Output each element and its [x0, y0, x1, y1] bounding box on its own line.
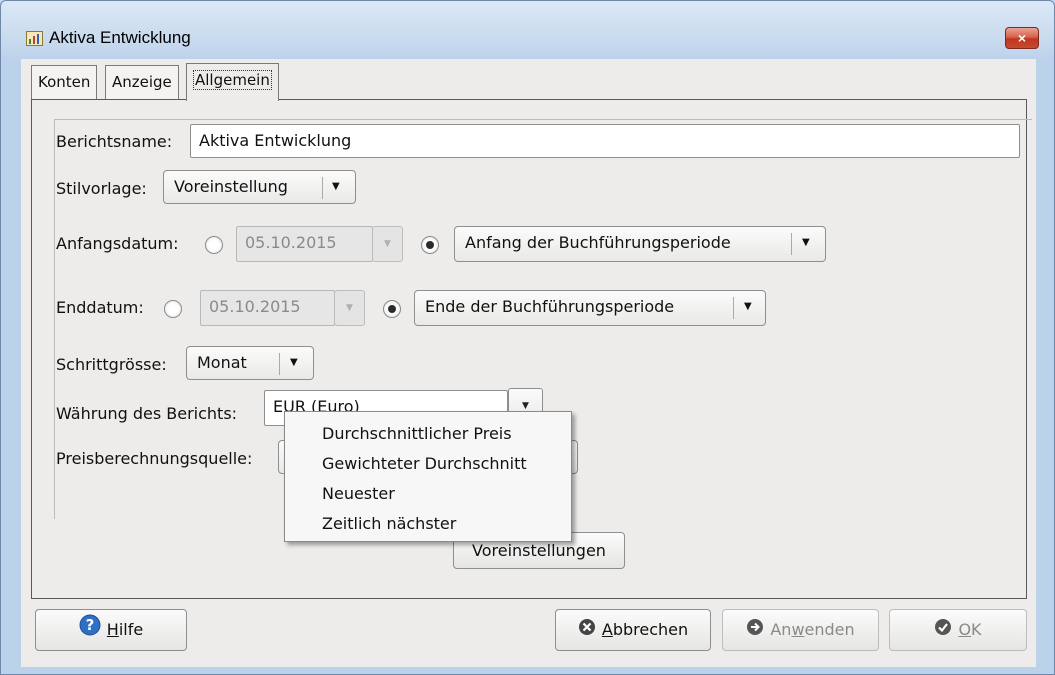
end-relative-combo[interactable]: Ende der Buchführungsperiode ▼ — [414, 290, 766, 326]
chevron-down-icon: ▼ — [290, 357, 298, 368]
chevron-down-icon: ▼ — [384, 239, 391, 249]
chevron-down-icon: ▼ — [522, 401, 529, 411]
cancel-button[interactable]: Abbrechen — [555, 609, 711, 651]
cancel-icon — [578, 611, 596, 651]
title-bar: Aktiva Entwicklung × — [1, 1, 1054, 49]
tab-allgemein[interactable]: Allgemein — [186, 63, 279, 101]
tab-konten[interactable]: Konten — [31, 65, 98, 99]
window-title: Aktiva Entwicklung — [49, 28, 191, 47]
report-name-input[interactable]: Aktiva Entwicklung — [190, 124, 1020, 158]
report-currency-label: Währung des Berichts: — [56, 404, 238, 423]
report-name-label: Berichtsname: — [56, 132, 173, 151]
chevron-down-icon: ▼ — [744, 301, 752, 312]
svg-text:?: ? — [85, 616, 94, 634]
start-absolute-radio[interactable] — [205, 236, 223, 254]
end-date-input[interactable]: 05.10.2015 — [200, 290, 335, 326]
help-button[interactable]: ? Hilfe — [35, 609, 187, 651]
question-icon: ? — [79, 611, 101, 651]
menu-item[interactable]: Durchschnittlicher Preis — [322, 424, 512, 443]
apply-button[interactable]: Anwenden — [722, 609, 879, 651]
report-icon — [26, 31, 43, 46]
price-source-label: Preisberechnungsquelle: — [56, 449, 253, 468]
menu-item[interactable]: Zeitlich nächster — [322, 514, 456, 533]
chevron-down-icon: ▼ — [332, 181, 340, 192]
apply-arrow-icon — [746, 611, 764, 651]
end-absolute-radio[interactable] — [164, 300, 182, 318]
ok-check-icon — [934, 611, 952, 651]
close-icon: × — [1017, 30, 1027, 46]
start-date-dropdown-button[interactable]: ▼ — [372, 226, 403, 262]
dialog-content: Konten Anzeige Allgemein Berichtsname: A… — [21, 59, 1036, 667]
end-relative-radio[interactable] — [383, 300, 401, 318]
price-source-menu: Durchschnittlicher Preis Gewichteter Dur… — [284, 411, 572, 542]
stylesheet-label: Stilvorlage: — [56, 179, 147, 198]
ok-button[interactable]: OK — [889, 609, 1027, 651]
chevron-down-icon: ▼ — [802, 237, 810, 248]
step-size-combo[interactable]: Monat ▼ — [186, 346, 314, 380]
chevron-down-icon: ▼ — [346, 303, 353, 313]
start-relative-combo[interactable]: Anfang der Buchführungsperiode ▼ — [454, 226, 826, 262]
end-date-dropdown-button[interactable]: ▼ — [334, 290, 365, 326]
end-date-label: Enddatum: — [56, 298, 144, 317]
start-date-input[interactable]: 05.10.2015 — [236, 226, 373, 262]
stylesheet-combo[interactable]: Voreinstellung ▼ — [163, 170, 356, 204]
menu-item[interactable]: Gewichteter Durchschnitt — [322, 454, 527, 473]
start-date-label: Anfangsdatum: — [56, 234, 179, 253]
menu-item[interactable]: Neuester — [322, 484, 395, 503]
tab-anzeige[interactable]: Anzeige — [105, 65, 179, 99]
dialog-window: Aktiva Entwicklung × Konten Anzeige Allg… — [0, 0, 1055, 675]
step-size-label: Schrittgrösse: — [56, 355, 167, 374]
start-relative-radio[interactable] — [421, 236, 439, 254]
close-button[interactable]: × — [1005, 27, 1039, 49]
